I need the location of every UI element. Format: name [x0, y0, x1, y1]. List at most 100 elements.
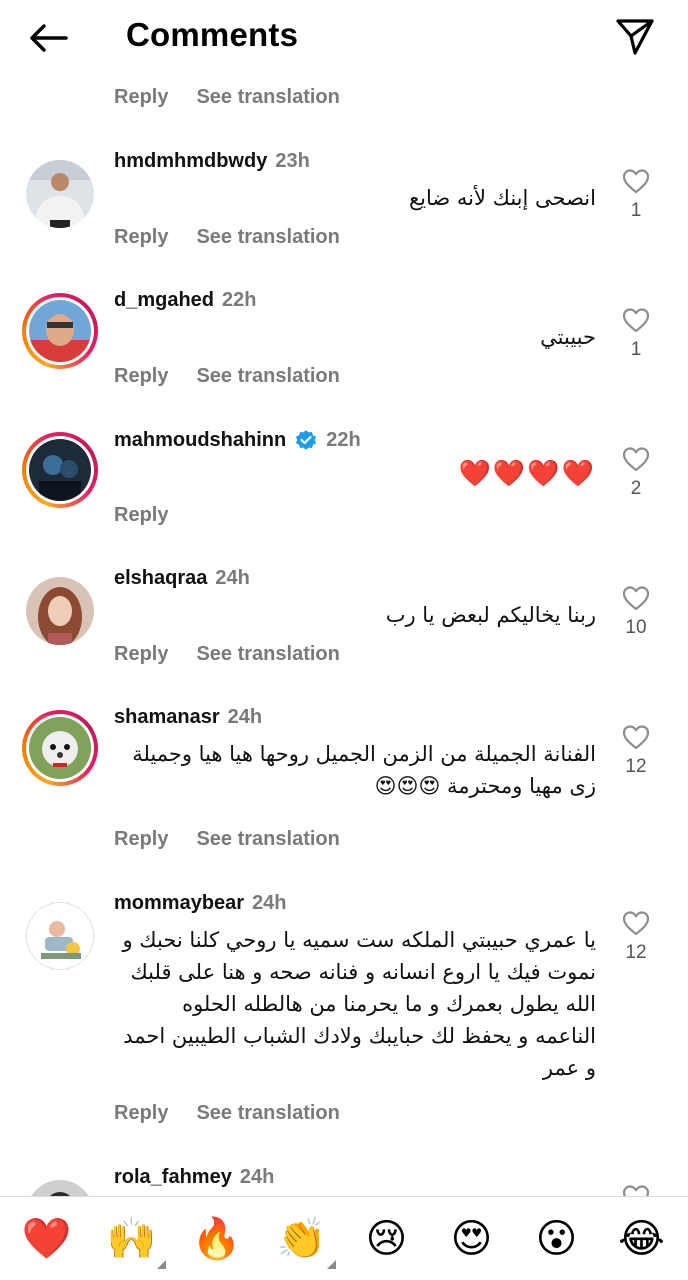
like-count: 1 [630, 339, 642, 360]
see-translation-button[interactable]: See translation [196, 828, 339, 851]
skin-tone-indicator [326, 1259, 336, 1269]
comment-meta: rola_fahmey 24h [114, 1166, 274, 1189]
timestamp: 24h [215, 567, 250, 589]
timestamp: 24h [252, 892, 287, 914]
comment-text: الفنانة الجميلة من الزمن الجميل روحها هي… [132, 742, 596, 798]
like-button[interactable]: 12 [622, 724, 650, 778]
reply-button[interactable]: Reply [114, 643, 168, 666]
like-count: 12 [625, 756, 647, 777]
like-count: 12 [625, 942, 647, 963]
avatar-story-ring[interactable] [22, 710, 98, 786]
heart-outline-icon[interactable] [622, 724, 650, 750]
emoji-reaction-bar: ❤️ 🙌 🔥 👏 😢 😍 😮 😂 [0, 1196, 688, 1280]
username[interactable]: mahmoudshahinn [114, 429, 286, 452]
emoji-laughing-button[interactable]: 😂 [614, 1211, 670, 1267]
like-button[interactable]: 10 [622, 585, 650, 639]
comment-text: حبيبتي [540, 325, 596, 349]
timestamp: 22h [222, 289, 257, 311]
back-button[interactable] [24, 16, 72, 60]
avatar[interactable] [22, 1176, 98, 1196]
like-button[interactable]: 1 [622, 307, 650, 361]
comment-actions: Reply See translation [114, 1102, 340, 1125]
avatar-story-ring[interactable] [22, 293, 98, 369]
surprised-face-icon: 😮 [535, 1215, 578, 1262]
like-count: 1 [630, 200, 642, 221]
heart-outline-icon[interactable] [622, 307, 650, 333]
comment-actions: Reply [114, 504, 168, 527]
heart-outline-icon[interactable] [622, 910, 650, 936]
comment-text: ❤️❤️❤️❤️ [458, 459, 596, 489]
reply-button[interactable]: Reply [114, 365, 168, 388]
heart-outline-icon[interactable] [622, 1184, 650, 1196]
username[interactable]: rola_fahmey [114, 1166, 232, 1189]
like-count: 2 [630, 478, 642, 499]
avatar-story-ring[interactable] [22, 432, 98, 508]
comment-meta: shamanasr 24h [114, 706, 262, 729]
like-count: 10 [625, 617, 647, 638]
like-button[interactable]: 12 [622, 910, 650, 964]
username[interactable]: shamanasr [114, 706, 220, 729]
timestamp: 22h [326, 428, 361, 451]
tears-of-joy-icon: 😂 [618, 1215, 665, 1262]
send-icon[interactable] [615, 17, 655, 57]
username[interactable]: hmdmhmdbwdy [114, 150, 267, 173]
avatar[interactable] [22, 156, 98, 232]
comment-actions: Reply See translation [114, 226, 340, 249]
timestamp: 24h [239, 1166, 275, 1188]
page-title: Comments [126, 16, 299, 53]
reply-button[interactable]: Reply [114, 226, 168, 249]
heart-outline-icon[interactable] [622, 446, 650, 472]
avatar [29, 300, 91, 362]
heart-outline-icon[interactable] [622, 585, 650, 611]
like-button[interactable]: 1 [622, 168, 650, 222]
timestamp: 24h [227, 706, 263, 728]
avatar[interactable] [22, 898, 98, 974]
emoji-heart-button[interactable]: ❤️ [19, 1211, 75, 1267]
top-bar: Comments [0, 0, 688, 78]
heart-outline-icon[interactable] [622, 168, 650, 194]
verified-badge-icon [296, 430, 317, 450]
emoji-clap-button[interactable]: 👏 [274, 1211, 336, 1269]
see-translation-button[interactable]: See translation [196, 643, 339, 666]
username[interactable]: mommaybear [114, 892, 244, 915]
comment-meta: mommaybear 24h [114, 892, 287, 915]
avatar [29, 717, 91, 779]
emoji-heart-eyes-button[interactable]: 😍 [444, 1211, 500, 1267]
emoji-fire-button[interactable]: 🔥 [189, 1211, 245, 1267]
heart-eyes-icon: 😍 [450, 1215, 493, 1262]
like-button[interactable]: 2 [622, 446, 650, 500]
see-translation-button[interactable]: See translation [196, 1102, 339, 1125]
emoji-crying-button[interactable]: 😢 [359, 1211, 415, 1267]
comment-actions: Reply See translation [114, 365, 340, 388]
clapping-hands-icon: 👏 [276, 1216, 327, 1262]
reply-button[interactable]: Reply [114, 504, 168, 527]
reply-button[interactable]: Reply [114, 86, 168, 109]
comment-meta: elshaqraa 24h [114, 567, 250, 590]
comment-actions: Reply See translation [114, 643, 340, 666]
emoji-surprised-button[interactable]: 😮 [529, 1211, 585, 1267]
share-button[interactable] [612, 14, 658, 60]
reply-button[interactable]: Reply [114, 828, 168, 851]
comment-actions: Reply See translation [114, 828, 340, 851]
avatar[interactable] [22, 573, 98, 649]
comment-meta: d_mgahed 22h [114, 289, 257, 312]
timestamp: 23h [275, 150, 310, 172]
username[interactable]: d_mgahed [114, 289, 214, 312]
comments-list[interactable]: Reply See translation hmdmhmdbwdy 23h ان… [0, 0, 688, 1196]
emoji-raised-hands-button[interactable]: 🙌 [104, 1211, 166, 1269]
crying-face-icon: 😢 [365, 1215, 408, 1262]
like-button[interactable] [622, 1184, 650, 1196]
arrow-left-icon[interactable] [28, 23, 68, 53]
comment-text: ربنا يخاليكم لبعض يا رب [385, 603, 596, 627]
comment-meta: mahmoudshahinn 22h [114, 428, 361, 452]
reply-button[interactable]: Reply [114, 1102, 168, 1125]
see-translation-button[interactable]: See translation [196, 226, 339, 249]
username[interactable]: elshaqraa [114, 567, 207, 590]
raised-hands-icon: 🙌 [106, 1216, 157, 1262]
see-translation-button[interactable]: See translation [196, 86, 339, 109]
fire-icon: 🔥 [191, 1216, 242, 1262]
comment-text: يا عمري حبيبتي الملكه ست سميه يا روحي كل… [122, 928, 596, 1080]
avatar [29, 439, 91, 501]
red-heart-icon: ❤️ [21, 1216, 72, 1262]
see-translation-button[interactable]: See translation [196, 365, 339, 388]
